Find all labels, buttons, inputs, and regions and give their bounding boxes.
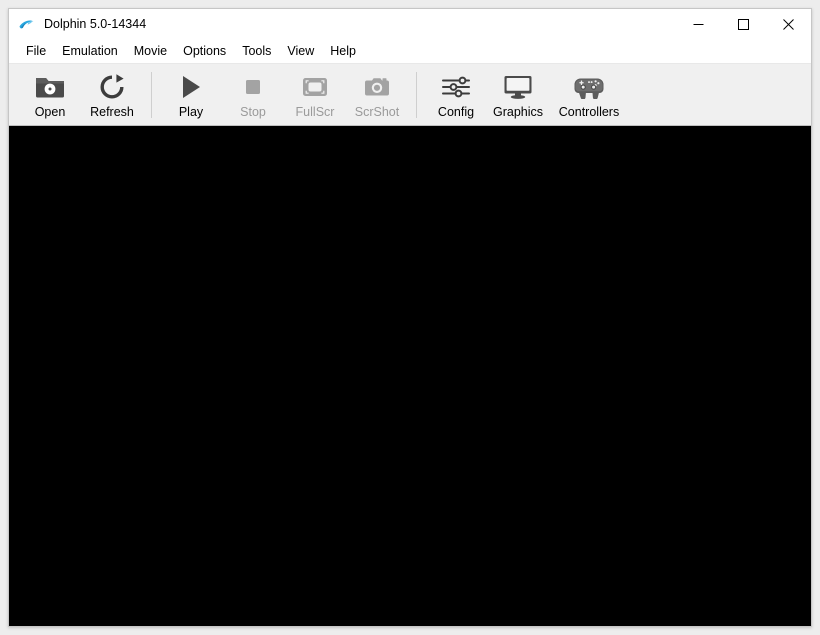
toolbar-button-open[interactable]: Open <box>19 69 81 122</box>
gamepad-icon <box>573 72 605 102</box>
title-bar-left: Dolphin 5.0-14344 <box>9 16 146 33</box>
refresh-icon <box>98 72 126 102</box>
close-icon <box>783 19 794 30</box>
menu-item-movie[interactable]: Movie <box>126 42 175 62</box>
dolphin-main-window: Dolphin 5.0-14344 File Emulation Movie O… <box>8 8 812 627</box>
render-viewport[interactable] <box>9 126 811 626</box>
toolbar-label-controllers: Controllers <box>558 105 620 119</box>
toolbar-separator-1 <box>151 72 152 118</box>
monitor-icon <box>503 72 533 102</box>
title-bar: Dolphin 5.0-14344 <box>9 9 811 40</box>
toolbar-label-play: Play <box>178 105 204 119</box>
menu-item-options[interactable]: Options <box>175 42 234 62</box>
menu-item-help[interactable]: Help <box>322 42 364 62</box>
menu-bar: File Emulation Movie Options Tools View … <box>9 40 811 63</box>
toolbar-label-fullscreen: FullScr <box>295 105 335 119</box>
window-controls <box>676 9 811 40</box>
folder-disc-icon <box>35 72 65 102</box>
toolbar-button-screenshot[interactable]: ScrShot <box>346 69 408 122</box>
menu-item-tools[interactable]: Tools <box>234 42 279 62</box>
toolbar-label-config: Config <box>437 105 475 119</box>
sliders-icon <box>441 72 471 102</box>
maximize-icon <box>738 19 749 30</box>
dolphin-icon <box>18 16 35 33</box>
toolbar-button-graphics[interactable]: Graphics <box>487 69 549 122</box>
stop-icon <box>241 72 265 102</box>
minimize-icon <box>693 19 704 30</box>
toolbar-label-refresh: Refresh <box>90 105 134 119</box>
window-title: Dolphin 5.0-14344 <box>44 17 147 32</box>
close-button[interactable] <box>766 9 811 40</box>
toolbar-separator-2 <box>416 72 417 118</box>
toolbar-button-stop[interactable]: Stop <box>222 69 284 122</box>
fullscreen-icon <box>301 72 329 102</box>
menu-item-emulation[interactable]: Emulation <box>54 42 126 62</box>
page-root: Dolphin 5.0-14344 File Emulation Movie O… <box>0 0 820 635</box>
menu-item-file[interactable]: File <box>18 42 54 62</box>
toolbar-label-graphics: Graphics <box>492 105 544 119</box>
toolbar-button-refresh[interactable]: Refresh <box>81 69 143 122</box>
camera-icon <box>363 72 391 102</box>
toolbar-button-controllers[interactable]: Controllers <box>549 69 629 122</box>
toolbar-label-screenshot: ScrShot <box>354 105 400 119</box>
toolbar: Open Refresh Play Stop FullScr ScrShot C… <box>9 63 811 126</box>
menu-item-view[interactable]: View <box>279 42 322 62</box>
play-icon <box>179 72 203 102</box>
toolbar-button-play[interactable]: Play <box>160 69 222 122</box>
toolbar-label-stop: Stop <box>240 105 266 119</box>
toolbar-button-fullscreen[interactable]: FullScr <box>284 69 346 122</box>
toolbar-label-open: Open <box>34 105 66 119</box>
minimize-button[interactable] <box>676 9 721 40</box>
toolbar-button-config[interactable]: Config <box>425 69 487 122</box>
maximize-button[interactable] <box>721 9 766 40</box>
